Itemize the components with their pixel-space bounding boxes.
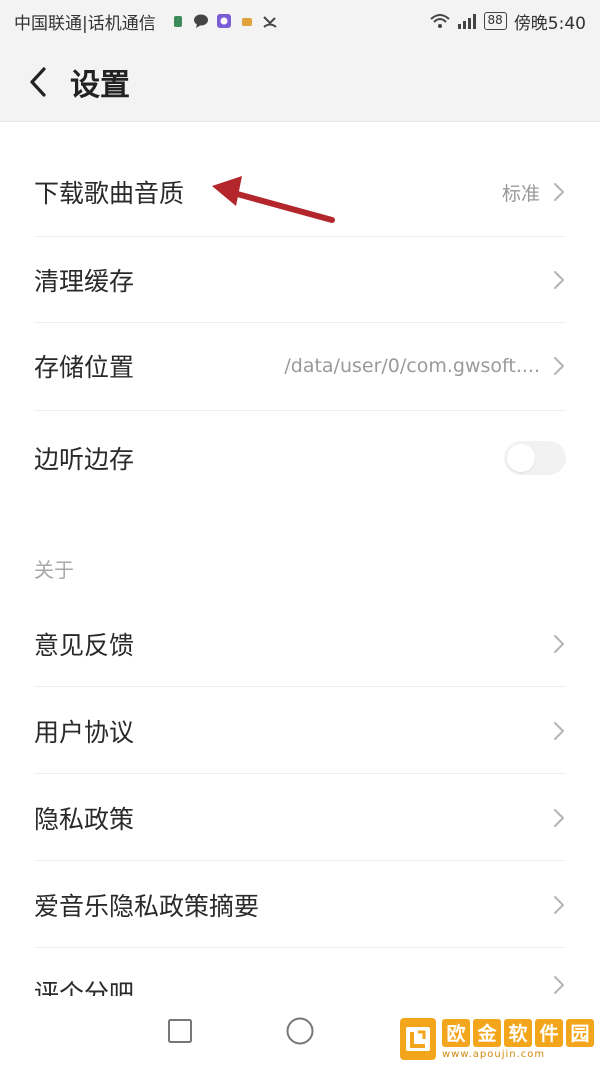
row-value: /data/user/0/com.gwsoft.... (284, 355, 540, 377)
setting-row-clear-cache[interactable]: 清理缓存 (0, 236, 600, 324)
about-row-privacy-policy[interactable]: 隐私政策 (0, 774, 600, 862)
setting-row-listen-and-save: 边听边存 (0, 414, 600, 502)
square-icon (168, 1019, 192, 1043)
chevron-right-icon (554, 976, 564, 994)
missed-call-icon (263, 16, 277, 28)
status-bar: 中国联通|话机通信 88 傍晚5:40 (0, 0, 600, 42)
status-time: 傍晚5:40 (513, 13, 586, 34)
home-button[interactable] (280, 1011, 320, 1051)
row-label: 清理缓存 (34, 267, 135, 296)
battery-level: 88 (483, 12, 507, 30)
row-right (504, 441, 566, 475)
chat-bubble-icon (193, 14, 208, 28)
about-row-rate-us[interactable]: 评个分吧 (0, 948, 600, 996)
divider (34, 410, 566, 411)
row-label: 爱音乐隐私政策摘要 (34, 892, 260, 921)
row-right (552, 807, 566, 829)
row-right (552, 894, 566, 916)
section-header-about: 关于 (34, 558, 74, 582)
watermark-text: 欧 金 软 件 园 www.apoujin.com (442, 1018, 594, 1060)
chevron-right-icon (554, 896, 564, 914)
row-label: 边听边存 (34, 445, 135, 474)
watermark-char: 欧 (442, 1018, 470, 1047)
chevron-right-icon (554, 635, 564, 653)
watermark-char: 软 (504, 1018, 532, 1047)
site-watermark: 欧 金 软 件 园 www.apoujin.com (400, 1016, 594, 1062)
about-row-user-agreement[interactable]: 用户协议 (0, 687, 600, 775)
row-label: 隐私政策 (34, 805, 135, 834)
about-row-privacy-summary[interactable]: 爱音乐隐私政策摘要 (0, 861, 600, 949)
carrier-text: 中国联通|话机通信 (14, 13, 156, 34)
status-left: 中国联通|话机通信 (14, 9, 278, 34)
row-label: 存储位置 (34, 353, 135, 382)
toggle-knob (507, 444, 535, 472)
row-right: 标准 (502, 179, 566, 206)
row-right: /data/user/0/com.gwsoft.... (284, 355, 566, 377)
row-label: 用户协议 (34, 718, 135, 747)
row-label: 下载歌曲音质 (34, 179, 185, 208)
chevron-right-icon (554, 271, 564, 289)
row-label: 意见反馈 (34, 631, 135, 660)
status-right: 88 傍晚5:40 (429, 9, 586, 34)
back-button[interactable] (8, 42, 68, 122)
watermark-logo-icon (400, 1018, 436, 1060)
small-app-icon (241, 18, 252, 26)
notification-app-icon (173, 16, 182, 27)
listen-save-toggle[interactable] (504, 441, 566, 475)
chevron-right-icon (554, 183, 564, 201)
notification-icons (170, 13, 278, 29)
wifi-icon (429, 14, 450, 28)
chevron-right-icon (554, 722, 564, 740)
page-title: 设置 (70, 67, 130, 103)
row-right (552, 269, 566, 291)
recents-button[interactable] (160, 1011, 200, 1051)
about-row-feedback[interactable]: 意见反馈 (0, 600, 600, 688)
row-right (552, 974, 566, 996)
row-value: 标准 (501, 182, 540, 205)
row-right (552, 720, 566, 742)
row-right (552, 633, 566, 655)
annotation-arrow (212, 176, 335, 223)
row-label: 评个分吧 (34, 979, 135, 996)
title-bar: 设置 (0, 42, 600, 122)
chevron-right-icon (554, 357, 564, 375)
chevron-right-icon (554, 809, 564, 827)
chevron-left-icon (30, 66, 46, 97)
watermark-url: www.apoujin.com (442, 1048, 546, 1060)
signal-icon (457, 14, 476, 29)
setting-row-storage-location[interactable]: 存储位置 /data/user/0/com.gwsoft.... (0, 322, 600, 410)
watermark-char: 园 (566, 1018, 594, 1047)
watermark-char: 件 (535, 1018, 563, 1047)
circle-icon (286, 1017, 314, 1045)
watermark-char: 金 (473, 1018, 501, 1047)
app-badge-icon (216, 14, 231, 28)
watermark-chars: 欧 金 软 件 园 (442, 1018, 594, 1047)
